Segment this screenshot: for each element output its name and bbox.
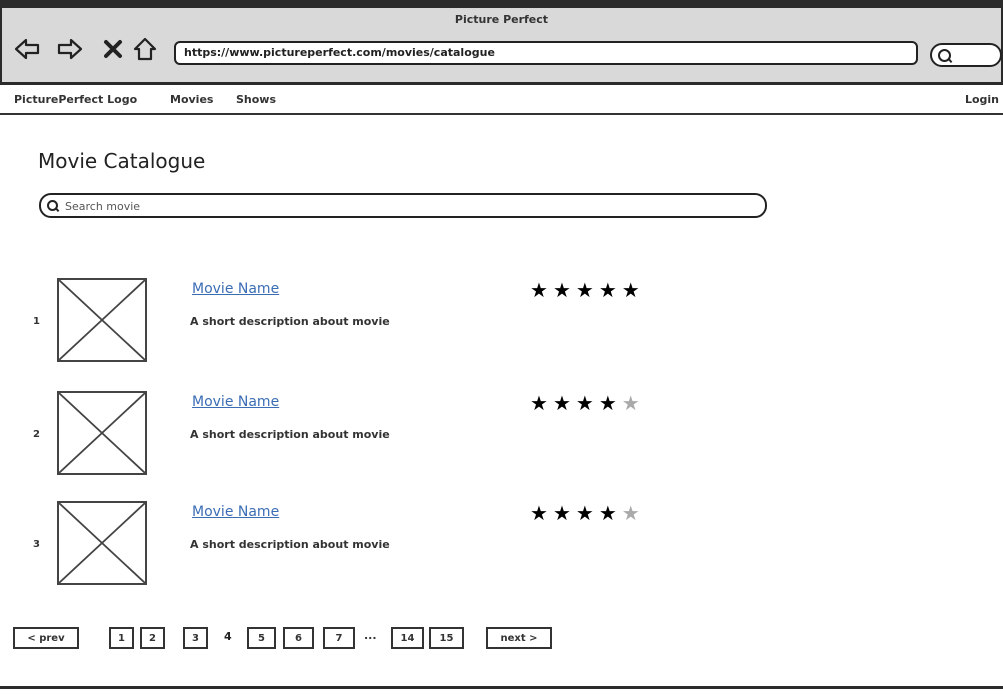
image-placeholder-icon <box>59 393 145 473</box>
movie-thumbnail[interactable] <box>57 391 147 475</box>
nav-item-shows[interactable]: Shows <box>236 93 276 106</box>
pagination-ellipsis: ... <box>364 629 377 642</box>
back-icon[interactable] <box>14 36 40 62</box>
login-link[interactable]: Login <box>965 93 999 106</box>
movie-description: A short description about movie <box>190 538 390 551</box>
forward-icon[interactable] <box>57 36 83 62</box>
movie-rank: 1 <box>33 316 40 327</box>
star-empty-icon[interactable]: ★ <box>622 501 645 525</box>
page-button[interactable]: 15 <box>429 627 464 649</box>
search-icon <box>47 200 58 211</box>
search-input[interactable] <box>65 197 745 215</box>
star-filled-icon[interactable]: ★ <box>576 391 599 415</box>
star-filled-icon[interactable]: ★ <box>530 278 553 302</box>
star-rating[interactable]: ★★★★★ <box>530 391 645 415</box>
page-button[interactable]: 7 <box>323 627 355 649</box>
star-empty-icon[interactable]: ★ <box>622 391 645 415</box>
movie-name-link[interactable]: Movie Name <box>192 281 279 297</box>
image-placeholder-icon <box>59 280 145 360</box>
page-title: Movie Catalogue <box>38 149 206 173</box>
search-box <box>39 193 767 218</box>
page-button[interactable]: 3 <box>183 627 208 649</box>
nav-item-movies[interactable]: Movies <box>170 93 213 106</box>
star-filled-icon[interactable]: ★ <box>599 391 622 415</box>
movie-list-item: 2 Movie Name A short description about m… <box>0 391 1003 481</box>
site-navbar: PicturePerfect Logo Movies Shows Login <box>0 85 1003 115</box>
star-filled-icon[interactable]: ★ <box>530 501 553 525</box>
movie-thumbnail[interactable] <box>57 278 147 362</box>
star-rating[interactable]: ★★★★★ <box>530 278 645 302</box>
movie-description: A short description about movie <box>190 315 390 328</box>
image-placeholder-icon <box>59 503 145 583</box>
address-bar[interactable]: https://www.pictureperfect.com/movies/ca… <box>174 41 918 65</box>
window-title: Picture Perfect <box>454 13 549 26</box>
home-icon[interactable] <box>132 36 158 62</box>
page-button[interactable]: 5 <box>247 627 276 649</box>
movie-rank: 2 <box>33 429 40 440</box>
page-button[interactable]: 6 <box>283 627 314 649</box>
bottom-divider <box>0 686 1003 689</box>
movie-rank: 3 <box>33 539 40 550</box>
star-rating[interactable]: ★★★★★ <box>530 501 645 525</box>
star-filled-icon[interactable]: ★ <box>530 391 553 415</box>
site-logo[interactable]: PicturePerfect Logo <box>14 93 137 106</box>
page-button[interactable]: 1 <box>109 627 134 649</box>
star-filled-icon[interactable]: ★ <box>622 278 645 302</box>
star-filled-icon[interactable]: ★ <box>553 391 576 415</box>
stop-icon[interactable] <box>100 36 126 62</box>
star-filled-icon[interactable]: ★ <box>599 278 622 302</box>
star-filled-icon[interactable]: ★ <box>553 501 576 525</box>
star-filled-icon[interactable]: ★ <box>553 278 576 302</box>
next-page-button[interactable]: next > <box>486 627 552 649</box>
browser-search-field[interactable] <box>930 43 1002 67</box>
star-filled-icon[interactable]: ★ <box>576 278 599 302</box>
movie-name-link[interactable]: Movie Name <box>192 394 279 410</box>
star-filled-icon[interactable]: ★ <box>599 501 622 525</box>
browser-chrome: Picture Perfect https://www.pictureperfe… <box>0 0 1003 85</box>
page-button[interactable]: 2 <box>140 627 165 649</box>
page-button[interactable]: 14 <box>391 627 424 649</box>
movie-list-item: 3 Movie Name A short description about m… <box>0 501 1003 591</box>
search-icon <box>938 49 951 62</box>
movie-description: A short description about movie <box>190 428 390 441</box>
star-filled-icon[interactable]: ★ <box>576 501 599 525</box>
movie-thumbnail[interactable] <box>57 501 147 585</box>
prev-page-button[interactable]: < prev <box>13 627 79 649</box>
movie-list-item: 1 Movie Name A short description about m… <box>0 278 1003 368</box>
movie-name-link[interactable]: Movie Name <box>192 504 279 520</box>
current-page-indicator: 4 <box>224 630 232 643</box>
